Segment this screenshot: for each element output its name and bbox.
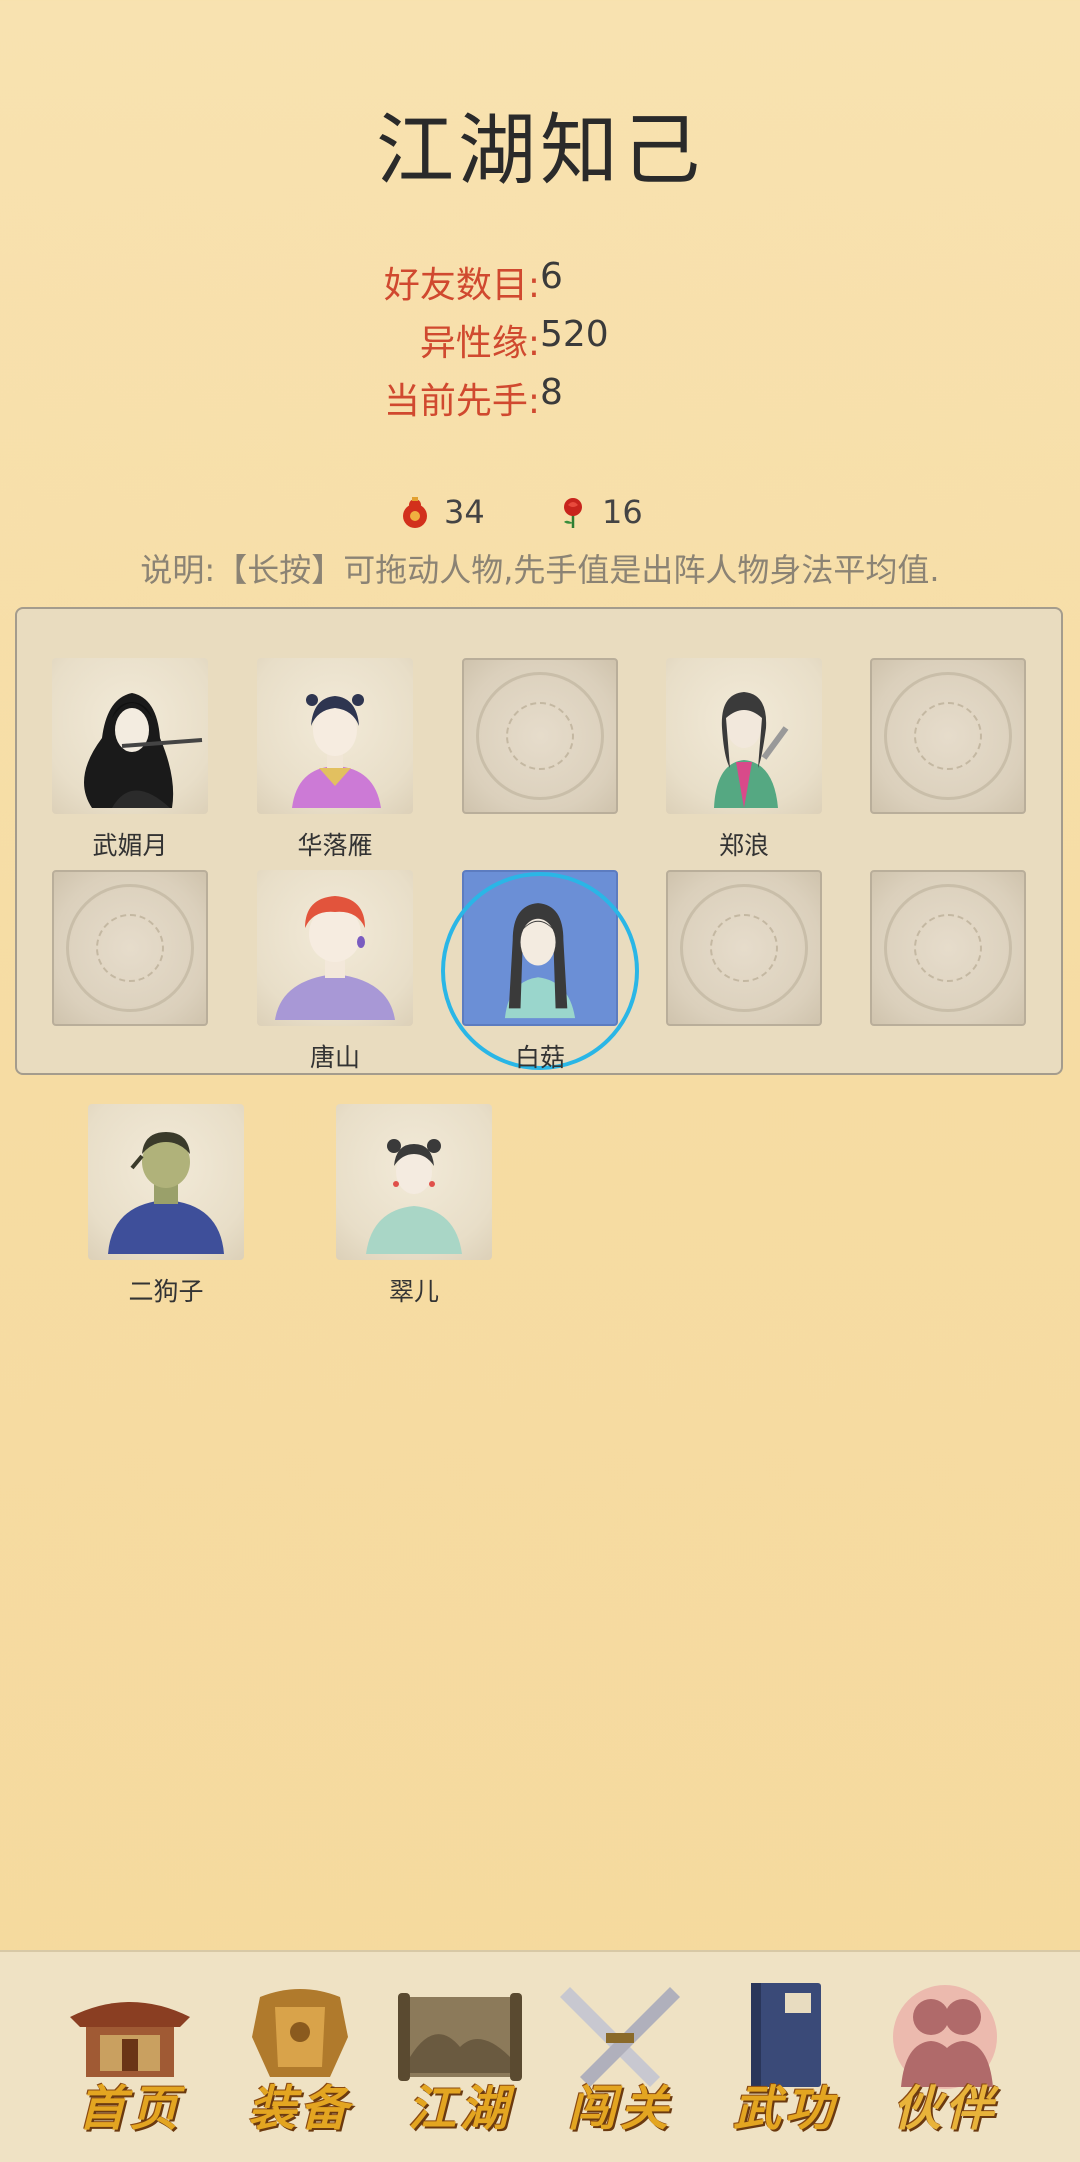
nav-home[interactable]: 首页 [60,1977,200,2147]
nav-equipment[interactable]: 装备 [230,1977,370,2147]
flute-player-portrait [84,693,203,808]
nav-label: 武功 [732,2081,837,2137]
companion-name: 翠儿 [388,1277,439,1306]
stat-value: 6 [540,256,563,297]
stat-label: 异性缘: [419,323,540,364]
empty-formation-slot[interactable] [870,658,1026,814]
stat-romance: 异性缘: 520 [0,314,1080,374]
currency-rose: 16 [556,490,643,534]
stat-friend-count: 好友数目: 6 [0,256,1080,316]
companion-slot-wu-meiyue[interactable] [52,658,208,814]
nav-label: 闯关 [567,2081,672,2137]
companion-name: 郑浪 [718,831,769,860]
maid-portrait [366,1139,462,1254]
companion-slot-zheng-lang[interactable] [666,658,822,814]
empty-formation-slot[interactable] [666,870,822,1026]
red-haired-youth-portrait [275,896,395,1020]
rose-icon [564,498,582,528]
bottom-navigation: 首页 装备 江湖 闯关 武功 伙伴 [0,1950,1080,2162]
stat-label: 好友数目: [383,265,540,306]
lady-portrait [292,694,381,808]
companion-name: 武媚月 [92,831,168,860]
nav-label: 江湖 [407,2081,512,2137]
stat-value: 8 [540,372,563,413]
currency-gourd: 34 [398,490,485,534]
reserve-companion-er-gouzi[interactable] [88,1104,244,1260]
nav-partners[interactable]: 伙伴 [875,1977,1015,2147]
reserve-companion-cui-er[interactable] [336,1104,492,1260]
page-title: 江湖知己 [375,106,704,196]
nav-jianghu[interactable]: 江湖 [390,1977,530,2147]
companion-name: 二狗子 [128,1277,204,1306]
empty-formation-slot[interactable] [462,658,618,814]
stat-label: 当前先手: [383,381,540,422]
companion-name: 华落雁 [297,831,373,860]
nav-label: 首页 [77,2081,182,2137]
companion-name: 白菇 [514,1043,565,1072]
empty-formation-slot[interactable] [52,870,208,1026]
nav-label: 装备 [247,2081,352,2137]
currency-value: 16 [602,493,643,531]
instruction-note: 说明:【长按】可拖动人物,先手值是出阵人物身法平均值. [140,551,940,589]
swordsman-portrait [714,692,789,808]
currency-value: 34 [444,493,485,531]
nav-challenge[interactable]: 闯关 [550,1977,690,2147]
villager-portrait [108,1132,224,1254]
companion-slot-hua-luoyan[interactable] [257,658,413,814]
nav-martial-arts[interactable]: 武功 [715,1977,855,2147]
nav-label: 伙伴 [892,2081,997,2137]
empty-formation-slot[interactable] [870,870,1026,1026]
companion-slot-tang-shan[interactable] [257,870,413,1026]
stat-initiative: 当前先手: 8 [0,372,1080,432]
gourd-icon [403,497,427,528]
stat-value: 520 [540,314,609,355]
companion-name: 唐山 [309,1043,360,1072]
